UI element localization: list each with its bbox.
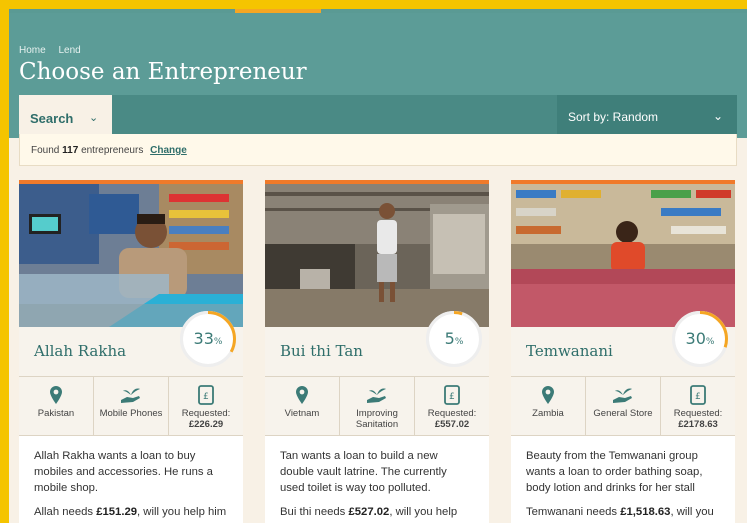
pound-document-icon: £ xyxy=(415,385,489,405)
requested-attr: £ Requested: £226.29 xyxy=(169,377,243,435)
search-button[interactable]: Search ⌄ xyxy=(19,95,112,138)
location-pin-icon xyxy=(19,385,93,405)
loan-description: Beauty from the Temwanani group wants a … xyxy=(511,436,735,523)
breadcrumb-home[interactable]: Home xyxy=(19,45,46,56)
country-label: Pakistan xyxy=(37,408,75,419)
sort-dropdown[interactable]: Sort by: Random ⌄ xyxy=(557,95,737,138)
country-attr: Pakistan xyxy=(19,377,94,435)
breadcrumb-lend[interactable]: Lend xyxy=(58,45,80,56)
sector-label: Improving Sanitation xyxy=(355,408,399,430)
requested-amount: £226.29 xyxy=(188,419,224,430)
pound-document-icon: £ xyxy=(169,385,243,405)
pound-document-icon: £ xyxy=(661,385,735,405)
found-count: 117 xyxy=(62,145,79,156)
sector-attr: General Store xyxy=(586,377,661,435)
loan-attributes: Pakistan Mobile Phones £ Requested: £226… xyxy=(19,376,243,436)
found-prefix: Found xyxy=(31,145,60,156)
results-count: Found 117 entrepreneurs Change xyxy=(19,134,737,166)
borrower-photo xyxy=(19,184,243,327)
description-text: Allah Rakha wants a loan to buy mobiles … xyxy=(34,450,213,494)
location-pin-icon xyxy=(511,385,585,405)
funded-percent: 30% xyxy=(675,329,725,348)
borrower-name[interactable]: Temwanani xyxy=(526,342,613,360)
loan-card[interactable]: 30% Temwanani Zambia General Store £ Req… xyxy=(511,180,735,523)
requested-attr: £ Requested: £2178.63 xyxy=(661,377,735,435)
sort-label: Sort by: Random xyxy=(568,110,659,124)
loan-card[interactable]: 33% Allah Rakha Pakistan Mobile Phones £… xyxy=(19,180,243,523)
sector-hand-plant-icon xyxy=(94,385,168,405)
borrower-photo xyxy=(265,184,489,327)
page-header: Home Lend Choose an Entrepreneur Search … xyxy=(9,13,747,138)
country-label: Vietnam xyxy=(284,408,320,419)
page-frame: Home Lend Choose an Entrepreneur Search … xyxy=(9,9,747,523)
borrower-name[interactable]: Bui thi Tan xyxy=(280,342,363,360)
sector-hand-plant-icon xyxy=(586,385,660,405)
funded-percent: 33% xyxy=(183,329,233,348)
borrower-photo xyxy=(511,184,735,327)
loan-attributes: Zambia General Store £ Requested: £2178.… xyxy=(511,376,735,436)
loan-description: Allah Rakha wants a loan to buy mobiles … xyxy=(19,436,243,523)
breadcrumb: Home Lend xyxy=(19,45,91,56)
needs-text: Bui thi needs £527.02, will you help her… xyxy=(280,504,474,523)
funded-percent-value: 30 xyxy=(685,329,706,348)
funded-percent-value: 5 xyxy=(444,329,455,348)
funded-percent-badge: 30% xyxy=(672,311,728,367)
sector-attr: Mobile Phones xyxy=(94,377,169,435)
loan-attributes: Vietnam Improving Sanitation £ Requested… xyxy=(265,376,489,436)
needs-prefix: Allah needs xyxy=(34,506,94,518)
country-label: Zambia xyxy=(532,408,564,419)
needs-amount: £527.02 xyxy=(348,506,390,518)
country-attr: Vietnam xyxy=(265,377,340,435)
requested-label: Requested: xyxy=(181,408,231,419)
loan-description: Tan wants a loan to build a new double v… xyxy=(265,436,489,523)
funded-percent-badge: 5% xyxy=(426,311,482,367)
loan-card[interactable]: 5% Bui thi Tan Vietnam Improving Sanitat… xyxy=(265,180,489,523)
requested-label: Requested: xyxy=(427,408,477,419)
location-pin-icon xyxy=(265,385,339,405)
description-text: Beauty from the Temwanani group wants a … xyxy=(526,450,703,494)
country-attr: Zambia xyxy=(511,377,586,435)
change-link[interactable]: Change xyxy=(150,145,187,156)
needs-prefix: Temwanani needs xyxy=(526,506,618,518)
needs-prefix: Bui thi needs xyxy=(280,506,346,518)
svg-text:£: £ xyxy=(449,392,455,402)
percent-sign: % xyxy=(213,337,223,347)
requested-label: Requested: xyxy=(673,408,723,419)
requested-attr: £ Requested: £557.02 xyxy=(415,377,489,435)
borrower-name[interactable]: Allah Rakha xyxy=(34,342,126,360)
sector-label: General Store xyxy=(593,408,653,419)
chevron-down-icon: ⌄ xyxy=(712,109,723,123)
needs-text: Allah needs £151.29, will you help him r… xyxy=(34,504,228,523)
requested-amount: £557.02 xyxy=(434,419,470,430)
needs-amount: £1,518.63 xyxy=(620,506,671,518)
requested-amount: £2178.63 xyxy=(678,419,718,430)
needs-amount: £151.29 xyxy=(96,506,138,518)
filter-bar: Search ⌄ Sort by: Random ⌄ xyxy=(19,95,737,138)
needs-text: Temwanani needs £1,518.63, will you help… xyxy=(526,504,720,523)
chevron-down-icon: ⌄ xyxy=(89,112,99,124)
funded-percent-value: 33 xyxy=(193,329,214,348)
found-suffix: entrepreneurs xyxy=(81,145,144,156)
sector-label: Mobile Phones xyxy=(99,408,163,419)
funded-percent-badge: 33% xyxy=(180,311,236,367)
search-label: Search xyxy=(30,111,74,126)
svg-text:£: £ xyxy=(203,392,209,402)
description-text: Tan wants a loan to build a new double v… xyxy=(280,450,447,494)
page-title: Choose an Entrepreneur xyxy=(19,59,307,85)
funded-percent: 5% xyxy=(429,329,479,348)
sector-hand-plant-icon xyxy=(340,385,414,405)
sector-attr: Improving Sanitation xyxy=(340,377,415,435)
percent-sign: % xyxy=(705,337,715,347)
svg-text:£: £ xyxy=(695,392,701,402)
percent-sign: % xyxy=(454,337,464,347)
